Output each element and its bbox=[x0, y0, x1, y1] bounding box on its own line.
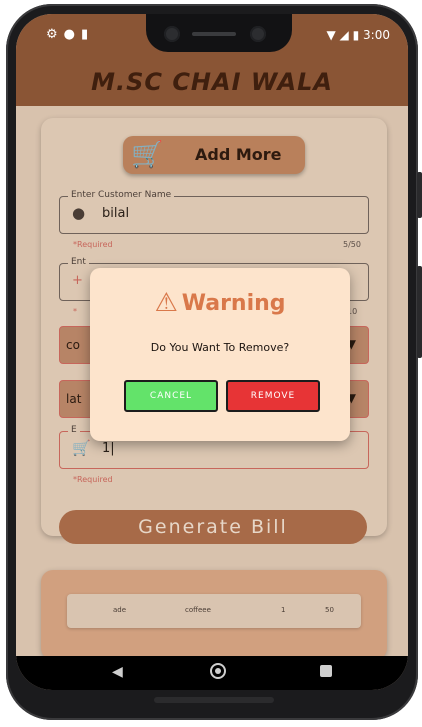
front-camera-right bbox=[250, 26, 266, 42]
power-button bbox=[417, 172, 422, 218]
customer-name-label: Enter Customer Name bbox=[68, 190, 175, 200]
status-time: 3:00 bbox=[363, 28, 390, 42]
battery-icon: ▮ bbox=[352, 28, 360, 42]
generate-bill-button[interactable]: Generate Bill bbox=[59, 510, 367, 544]
cart-icon: 🛒 bbox=[72, 439, 91, 457]
app-bar: M.SC CHAI WALA bbox=[16, 60, 408, 106]
bill-cell-item: coffeee bbox=[185, 606, 211, 614]
dialog-title: ⚠ Warning bbox=[90, 288, 350, 318]
dialog-message: Do You Want To Remove? bbox=[150, 341, 290, 354]
nav-back-icon[interactable]: ◀ bbox=[112, 664, 123, 680]
generate-bill-label: Generate Bill bbox=[138, 516, 288, 538]
cancel-button[interactable]: CANCEL bbox=[124, 380, 218, 412]
bill-cell-name: ade bbox=[113, 606, 127, 614]
signal-icon: ◢ bbox=[339, 28, 349, 42]
remove-label: REMOVE bbox=[250, 391, 296, 401]
phone-field-value: + bbox=[72, 273, 83, 288]
status-left-icons: ⚙●▮ bbox=[46, 27, 94, 42]
bill-card: ade coffeee 1 50 bbox=[41, 570, 387, 660]
wifi-icon: ▼ bbox=[326, 28, 336, 42]
table-row[interactable]: ade coffeee 1 50 bbox=[67, 594, 361, 628]
notch bbox=[146, 14, 292, 52]
front-camera-left bbox=[164, 26, 180, 42]
warning-dialog: ⚠ Warning Do You Want To Remove? CANCEL R… bbox=[90, 268, 350, 441]
bill-cell-price: 50 bbox=[325, 606, 334, 614]
cancel-label: CANCEL bbox=[149, 391, 193, 401]
status-right: ▼ ◢ ▮ 3:00 bbox=[326, 28, 390, 42]
variant-dropdown-value: lat bbox=[66, 392, 82, 406]
circle-icon: ● bbox=[63, 27, 81, 42]
app-title: M.SC CHAI WALA bbox=[91, 68, 333, 96]
bottom-speaker-grille bbox=[154, 697, 274, 703]
volume-button bbox=[417, 266, 422, 358]
add-more-label: Add More bbox=[195, 145, 282, 164]
add-more-button[interactable]: 🛒 Add More bbox=[123, 136, 305, 174]
person-icon: ● bbox=[72, 204, 86, 222]
nav-home-icon[interactable] bbox=[210, 663, 226, 679]
quantity-field-label: E bbox=[68, 425, 80, 435]
screen: ⚙●▮ ▼ ◢ ▮ 3:00 M.SC CHAI WALA 🛒 Add More bbox=[16, 14, 408, 690]
bill-cell-qty: 1 bbox=[281, 606, 286, 614]
dialog-title-text: Warning bbox=[181, 290, 286, 316]
warning-icon: ⚠ bbox=[154, 288, 178, 318]
quantity-value: 1| bbox=[102, 441, 115, 456]
customer-name-field[interactable]: Enter Customer Name ● bilal bbox=[59, 190, 369, 234]
phone-field-helper: * bbox=[73, 307, 77, 316]
earpiece-speaker bbox=[192, 32, 236, 36]
remove-button[interactable]: REMOVE bbox=[226, 380, 320, 412]
phone-field-label: Ent bbox=[68, 257, 89, 267]
quantity-helper: *Required bbox=[73, 475, 113, 484]
nav-recents-icon[interactable] bbox=[320, 665, 332, 677]
system-nav-bar: ◀ bbox=[16, 656, 408, 690]
gear-icon: ⚙ bbox=[46, 27, 64, 42]
item-dropdown-value: co bbox=[66, 338, 80, 352]
customer-name-helper: *Required bbox=[73, 240, 113, 249]
phone-frame: ⚙●▮ ▼ ◢ ▮ 3:00 M.SC CHAI WALA 🛒 Add More bbox=[6, 4, 422, 720]
add-cart-icon: 🛒 bbox=[131, 140, 164, 170]
main-content: 🛒 Add More Enter Customer Name ● bilal *… bbox=[16, 106, 408, 660]
customer-name-value: bilal bbox=[102, 206, 130, 221]
customer-name-counter: 5/50 bbox=[343, 240, 361, 249]
sd-card-icon: ▮ bbox=[81, 27, 95, 42]
